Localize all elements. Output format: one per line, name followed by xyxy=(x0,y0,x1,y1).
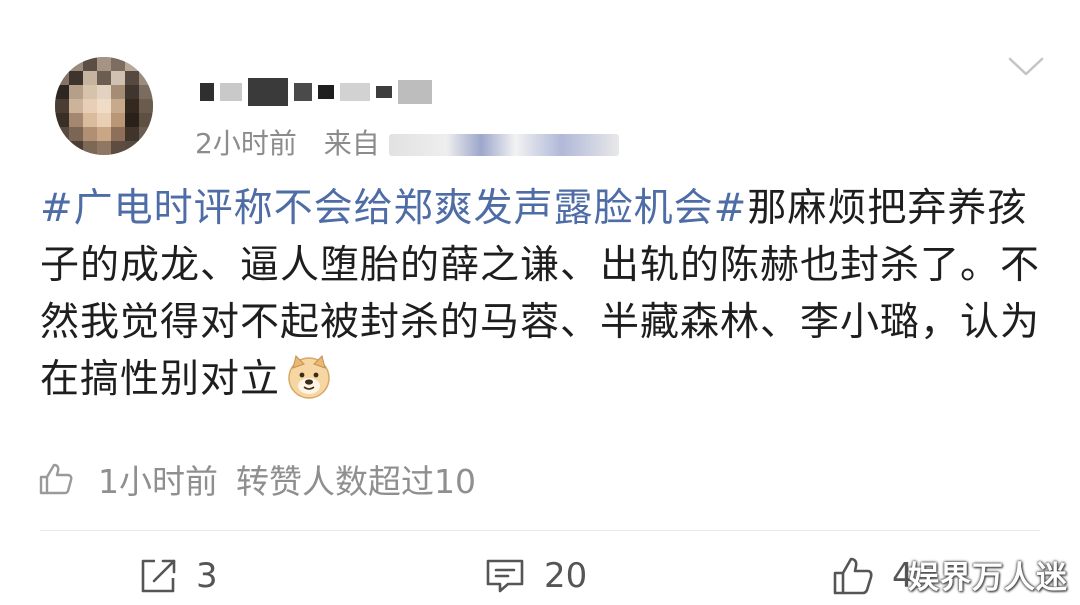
doge-emoji xyxy=(288,355,330,399)
repost-count: 3 xyxy=(196,556,218,596)
comment-count: 20 xyxy=(544,556,588,596)
hashtag-link[interactable]: #广电时评称不会给郑爽发声露脸机会# xyxy=(40,186,747,231)
chevron-down-icon[interactable] xyxy=(1008,57,1044,77)
reply-time: 1小时前 xyxy=(98,462,218,501)
divider xyxy=(40,530,1040,531)
avatar[interactable] xyxy=(55,57,153,155)
reply-meta: 1小时前 转赞人数超过10 xyxy=(38,455,476,503)
thumbs-up-icon[interactable] xyxy=(38,462,74,496)
username-blurred[interactable] xyxy=(200,72,470,112)
post-source-blurred xyxy=(388,134,619,156)
like-button[interactable]: 4 xyxy=(832,556,914,596)
comment-icon xyxy=(486,559,524,593)
post-meta: 2小时前 来自 xyxy=(195,122,619,162)
thumbs-up-icon xyxy=(833,557,873,595)
post-source-prefix: 来自 xyxy=(323,127,380,160)
post-time: 2小时前 xyxy=(195,127,297,160)
reply-status: 转赞人数超过10 xyxy=(236,462,476,501)
post-content: #广电时评称不会给郑爽发声露脸机会#那麻烦把弃养孩子的成龙、逼人堕胎的薛之谦、出… xyxy=(40,180,1050,408)
repost-button[interactable]: 3 xyxy=(138,556,218,596)
share-icon xyxy=(141,559,176,593)
comment-button[interactable]: 20 xyxy=(484,556,587,596)
watermark: 娱界万人迷 xyxy=(908,560,1068,596)
